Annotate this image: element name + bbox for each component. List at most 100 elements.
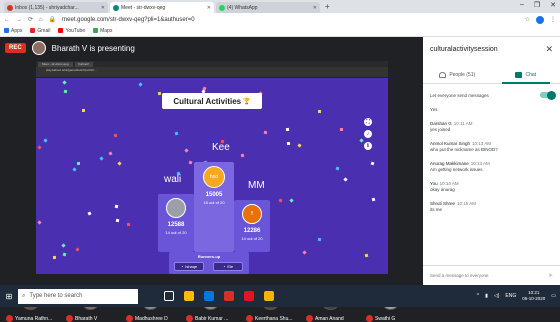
chat-panel: culturalactivitysession ✕ People (51) Ch… (423, 37, 560, 285)
language-indicator[interactable]: ENG (505, 293, 516, 299)
mic-off-icon (6, 315, 13, 322)
volume-icon[interactable]: ◁) (494, 293, 500, 299)
close-tab-icon[interactable]: ✕ (313, 5, 317, 11)
confetti-piece (108, 151, 112, 155)
music-icon[interactable]: ♪ (364, 130, 372, 138)
star-icon[interactable]: ☆ (525, 16, 530, 24)
message-input[interactable] (430, 273, 548, 278)
bookmark-item[interactable]: Gmail (30, 28, 50, 34)
people-icon (439, 72, 446, 78)
quiz-title: Cultural Activities 🏆 (162, 93, 262, 109)
close-tab-icon[interactable]: ✕ (207, 5, 211, 11)
powerpoint-icon[interactable] (244, 291, 254, 301)
back-icon[interactable]: ← (4, 17, 10, 23)
store-icon[interactable] (204, 291, 214, 301)
confetti-piece (82, 109, 85, 112)
confetti-piece (340, 128, 343, 131)
minimize-icon[interactable]: – (520, 1, 524, 9)
chat-message: Darshan G10:11 AMyes joined (430, 121, 555, 132)
send-permission-row: Let everyone send messages (430, 92, 555, 98)
notifications-icon[interactable]: ▭ (551, 293, 556, 299)
chrome-icon[interactable] (224, 291, 234, 301)
close-icon[interactable]: ✕ (545, 44, 553, 55)
bookmark-item[interactable]: YouTube (58, 28, 85, 34)
fullscreen-icon[interactable]: ⛶ (364, 118, 372, 126)
close-tab-icon[interactable]: ✕ (101, 5, 105, 11)
tab-favicon-icon (113, 5, 119, 11)
menu-icon[interactable]: ⋮ (550, 16, 556, 24)
windows-start-icon[interactable]: ⊞ (0, 285, 18, 307)
browser-tab[interactable]: (4) WhatsApp✕ (216, 2, 320, 13)
send-icon[interactable]: ➤ (548, 272, 553, 279)
presenter-label: Bharath V is presenting (52, 44, 135, 53)
mic-off-icon (66, 315, 73, 322)
confetti-piece (87, 211, 91, 215)
tab-people[interactable]: People (51) (423, 66, 492, 83)
forward-icon[interactable]: → (16, 17, 22, 23)
podium-score-3rd: 12286 (234, 228, 270, 234)
confetti-piece (318, 110, 321, 113)
podium-sub-2nd: 14 out of 20 (158, 230, 194, 235)
confetti-piece (117, 161, 121, 165)
trophy-icon: 🏆 (243, 98, 250, 105)
confetti-piece (302, 250, 306, 254)
mic-off-icon (246, 315, 253, 322)
home-icon[interactable]: ⌂ (39, 17, 43, 23)
browser-tab-label: Inbox (1,135) - shriyadchar... (15, 5, 99, 11)
taskbar: ⊞ ⌕ Type here to search ^ ▮ ◁) ENG 10:21… (0, 285, 560, 307)
new-tab-icon[interactable]: + (325, 2, 330, 11)
podium-score-1st: 15005 (194, 192, 234, 198)
window-controls: – ❐ ✕ (520, 1, 556, 9)
app-icon[interactable] (264, 291, 274, 301)
confetti-piece (359, 138, 363, 142)
confetti-piece (372, 198, 376, 202)
participant-name: Bharath V (75, 316, 97, 322)
task-view-icon[interactable] (164, 291, 174, 301)
chat-sender: Anmol Kumar Singh (430, 141, 470, 146)
profile-avatar[interactable] (536, 16, 544, 24)
tab-chat[interactable]: Chat (492, 66, 560, 83)
clock[interactable]: 10:21 05-10-2020 (522, 290, 545, 302)
close-window-icon[interactable]: ✕ (550, 1, 556, 9)
tab-people-label: People (51) (449, 72, 475, 78)
meeting-name: culturalactivitysession (430, 46, 498, 53)
info-icon[interactable]: ℹ (364, 142, 372, 150)
chat-message-header: Shruti Shree10:15 AM (430, 201, 555, 206)
chat-message-header: Darshan G10:11 AM (430, 121, 555, 126)
bookmark-item[interactable]: Apps (4, 28, 22, 34)
podium-name-1st: Kee (212, 142, 230, 153)
confetti-piece (77, 162, 80, 165)
browser-tab[interactable]: Meet - str-dwxv-qeg✕ (110, 2, 214, 13)
confetti-piece (37, 220, 41, 224)
chat-message: You10:14 AMokay anurag (430, 181, 555, 192)
confetti-piece (75, 247, 79, 251)
presenting-bar: REC Bharath V is presenting (0, 40, 135, 56)
meet-main-area: REC Bharath V is presenting Meet - str-d… (0, 37, 423, 285)
file-explorer-icon[interactable] (184, 291, 194, 301)
maximize-icon[interactable]: ❐ (534, 1, 540, 9)
chat-sender: Anurag Makkimane (430, 161, 469, 166)
rec-badge: REC (5, 43, 26, 53)
network-icon[interactable]: ▮ (485, 293, 488, 299)
bookmark-item[interactable]: Maps (93, 28, 112, 34)
send-permission-toggle[interactable] (540, 92, 555, 98)
confetti-piece (115, 205, 119, 209)
confetti-piece (287, 142, 290, 145)
runners-up-box: Runners-up ◔ Ishaqe ◔ Ele (169, 252, 249, 274)
chat-time: 10:13 AM (472, 141, 491, 146)
reload-icon[interactable]: ⟳ (28, 16, 33, 23)
chat-message-header: Anurag Makkimane10:13 AM (430, 161, 555, 166)
confetti-piece (297, 143, 301, 147)
bookmark-icon (93, 28, 98, 33)
url-field[interactable]: meet.google.com/str-dwxv-qeg?pli=1&authu… (62, 17, 524, 23)
chat-time: 10:13 AM (471, 161, 490, 166)
presenter-avatar (32, 41, 46, 55)
chevron-up-icon[interactable]: ^ (477, 293, 479, 299)
panel-tabs: People (51) Chat (423, 66, 560, 84)
browser-tab[interactable]: Inbox (1,135) - shriyadchar...✕ (4, 2, 108, 13)
participant-label: Babir Kumar ... (186, 315, 228, 322)
taskbar-search[interactable]: ⌕ Type here to search (18, 289, 138, 304)
bookmark-label: Apps (11, 28, 22, 34)
confetti-piece (138, 82, 142, 86)
chat-message-header: Anmol Kumar Singh10:13 AM (430, 141, 555, 146)
